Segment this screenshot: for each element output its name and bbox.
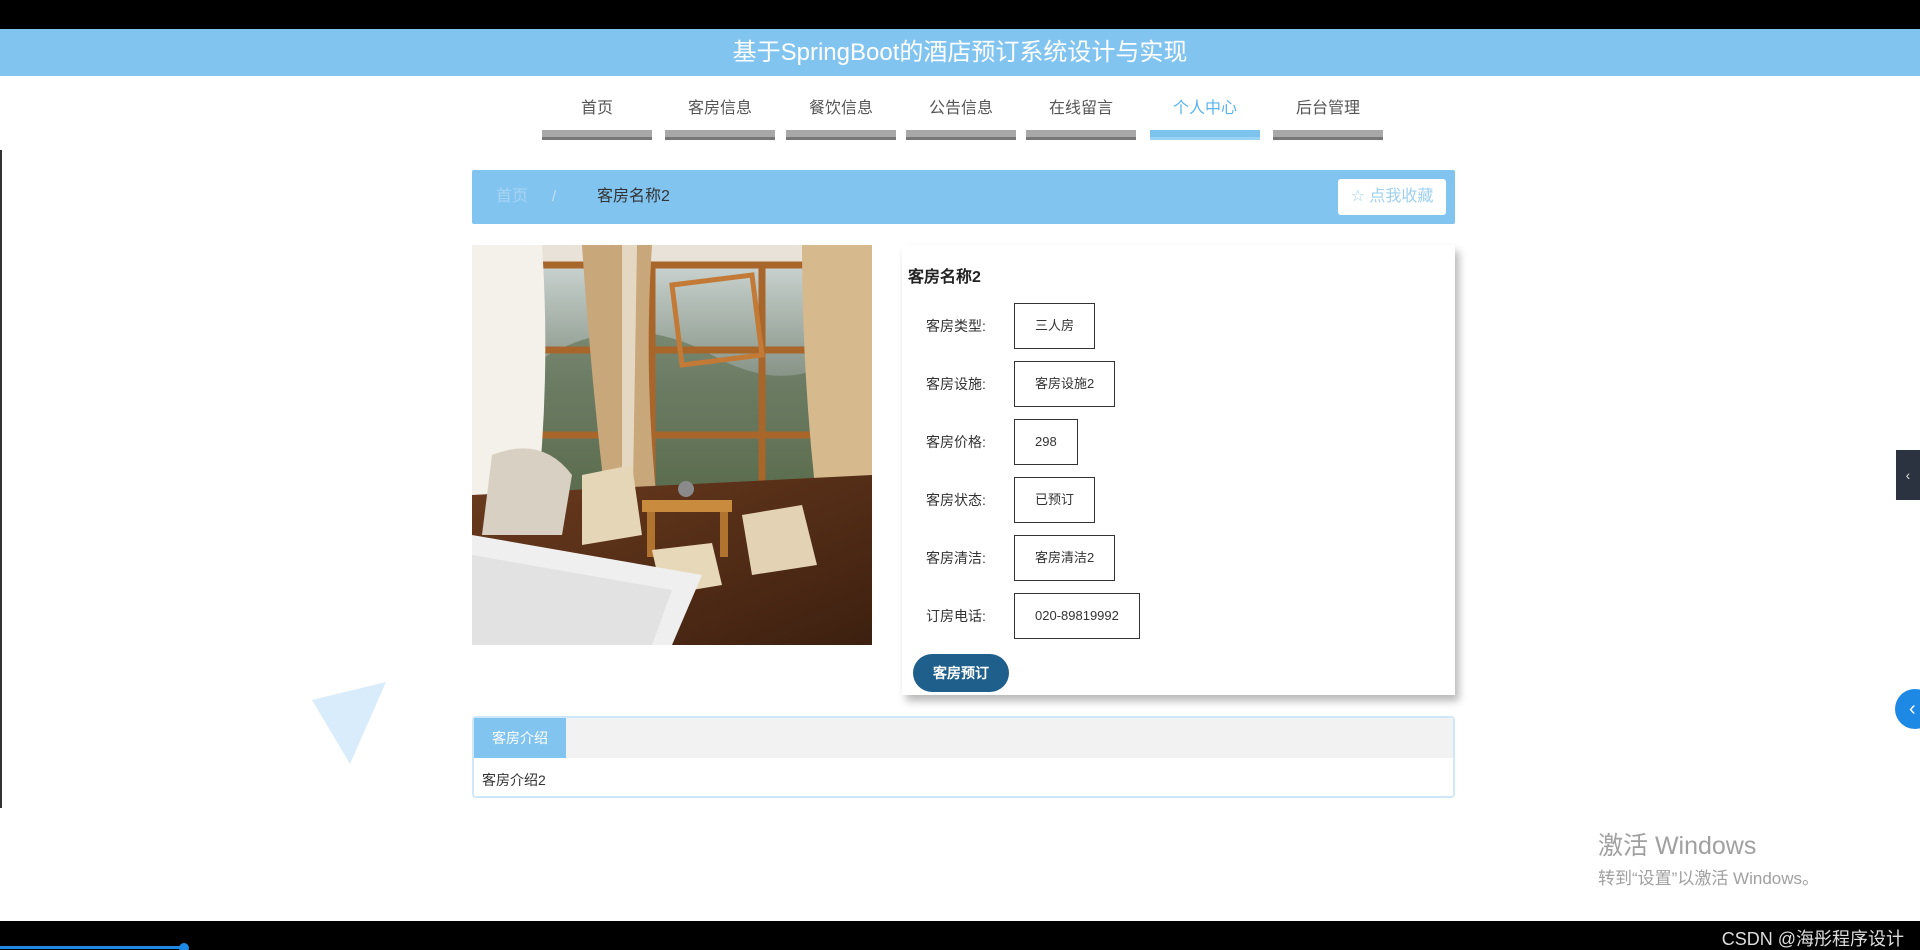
room-photo — [472, 245, 872, 645]
chevron-left-icon: ‹ — [1909, 698, 1916, 720]
breadcrumb-home-link[interactable]: 首页 — [496, 170, 528, 224]
decorative-triangle — [312, 682, 386, 764]
nav-item-admin[interactable]: 后台管理 — [1273, 92, 1383, 140]
video-bottom-bar: CSDN @海彤程序设计 — [0, 921, 1920, 950]
breadcrumb-separator: / — [552, 188, 557, 205]
nav-item-label: 首页 — [580, 100, 613, 117]
nav-item-underline — [1026, 130, 1136, 140]
field-value: 三人房 — [1014, 303, 1096, 349]
intro-tab-strip: 客房介绍 — [474, 718, 1453, 758]
chevron-left-icon: ‹ — [1905, 467, 1911, 483]
favorite-button[interactable]: ☆ 点我收藏 — [1338, 179, 1446, 215]
video-progress-handle[interactable] — [179, 943, 189, 950]
field-label: 订房电话: — [926, 608, 986, 624]
video-progress-bar[interactable] — [0, 946, 186, 949]
nav-item-label: 客房信息 — [687, 100, 752, 117]
field-label: 客房价格: — [926, 434, 986, 450]
site-title: 基于SpringBoot的酒店预订系统设计与实现 — [732, 39, 1188, 66]
nav-item-underline — [786, 130, 896, 140]
nav-item-underline — [1150, 130, 1260, 140]
video-top-bar — [0, 0, 1920, 29]
nav-item-label: 后台管理 — [1295, 100, 1360, 117]
nav-item-underline — [906, 130, 1016, 140]
room-detail-card: 客房名称2 客房类型: 三人房 客房设施: 客房设施2 客房价格: 298 客房… — [902, 245, 1455, 695]
nav-item-label: 在线留言 — [1048, 100, 1113, 117]
csdn-watermark: CSDN @海彤程序设计 — [1721, 929, 1904, 949]
field-label: 客房类型: — [926, 318, 986, 334]
field-label: 客房设施: — [926, 376, 986, 392]
nav-item-label: 餐饮信息 — [808, 100, 873, 117]
floating-back-button[interactable]: ‹ — [1895, 689, 1920, 729]
left-edge-line — [0, 150, 2, 808]
book-room-button[interactable]: 客房预订 — [913, 654, 1009, 692]
field-value: 298 — [1014, 419, 1078, 465]
nav-item-label: 公告信息 — [928, 100, 993, 117]
breadcrumb: 首页 / 客房名称2 ☆ 点我收藏 — [472, 170, 1455, 224]
room-name: 客房名称2 — [908, 269, 981, 286]
main-nav: 首页 客房信息 餐饮信息 公告信息 在线留言 个人中心 后台管理 — [0, 92, 1920, 140]
side-collapse-tab[interactable]: ‹ — [1896, 450, 1920, 500]
activate-subtitle: 转到“设置”以激活 Windows。 — [1598, 869, 1820, 888]
field-value: 客房设施2 — [1014, 361, 1116, 407]
field-value: 已预订 — [1014, 477, 1096, 523]
nav-item-label: 个人中心 — [1172, 100, 1237, 117]
site-title-bar: 基于SpringBoot的酒店预订系统设计与实现 — [0, 29, 1920, 76]
nav-item-underline — [665, 130, 775, 140]
breadcrumb-current: 客房名称2 — [597, 188, 670, 205]
nav-item-dining[interactable]: 餐饮信息 — [786, 92, 896, 140]
nav-item-underline — [1273, 130, 1383, 140]
windows-activation-notice: 激活 Windows 转到“设置”以激活 Windows。 — [1598, 826, 1819, 889]
field-value: 020-89819992 — [1014, 593, 1140, 639]
activate-title: 激活 Windows — [1598, 832, 1757, 860]
nav-item-home[interactable]: 首页 — [542, 92, 652, 140]
nav-item-rooms[interactable]: 客房信息 — [665, 92, 775, 140]
field-value: 客房清洁2 — [1014, 535, 1116, 581]
nav-item-underline — [542, 130, 652, 140]
field-label: 客房状态: — [926, 492, 986, 508]
room-intro-panel: 客房介绍 客房介绍2 — [472, 716, 1455, 798]
nav-item-notices[interactable]: 公告信息 — [906, 92, 1016, 140]
nav-item-messages[interactable]: 在线留言 — [1026, 92, 1136, 140]
nav-item-profile[interactable]: 个人中心 — [1150, 92, 1260, 140]
tab-room-intro[interactable]: 客房介绍 — [474, 718, 566, 758]
field-label: 客房清洁: — [926, 550, 986, 566]
room-intro-text: 客房介绍2 — [482, 772, 546, 788]
